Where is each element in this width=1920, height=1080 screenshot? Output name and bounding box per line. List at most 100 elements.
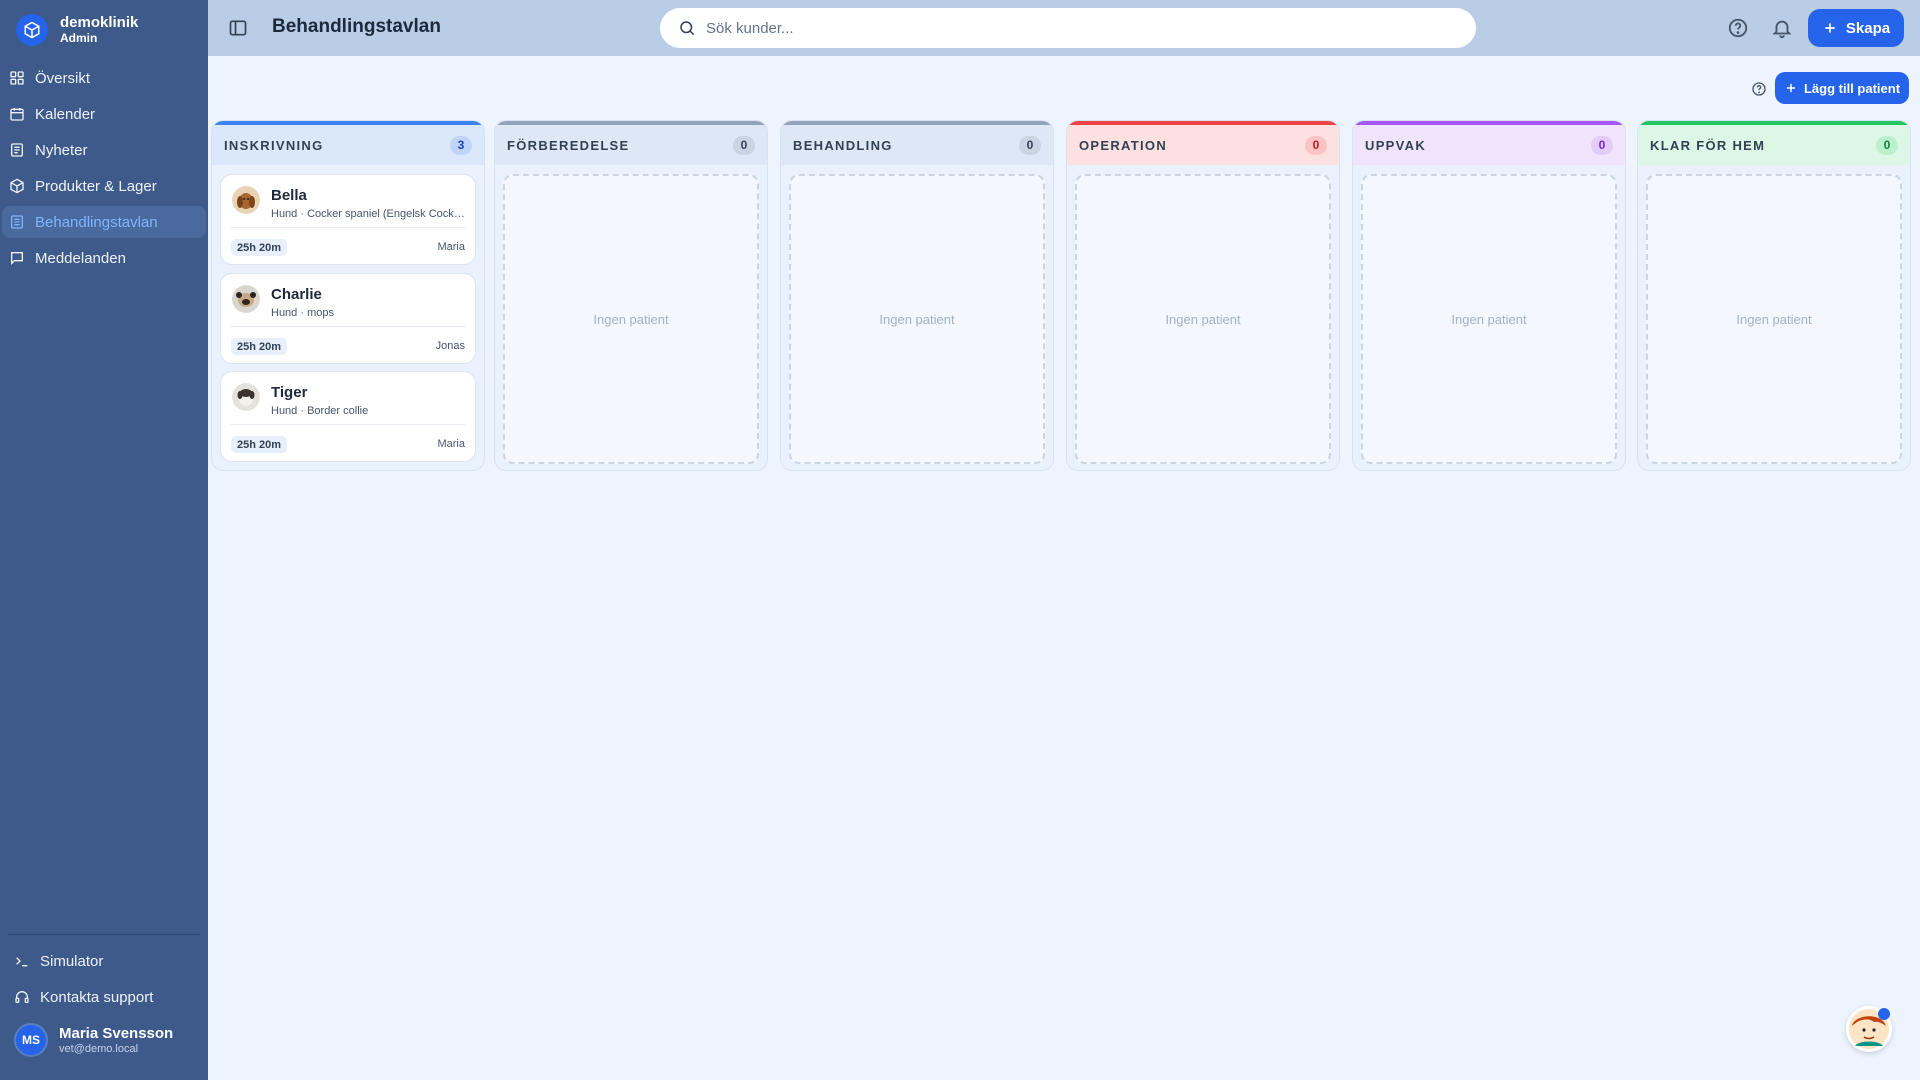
column-behandling: BEHANDLING 0 Ingen patient <box>780 120 1054 471</box>
empty-dropzone[interactable]: Ingen patient <box>1361 174 1617 464</box>
column-title: KLAR FÖR HEM <box>1650 137 1766 153</box>
sidebar-nav: Översikt Kalender Nyheter Produkter & La… <box>0 62 208 278</box>
time-badge: 25h 20m <box>231 338 288 355</box>
column-title: INSKRIVNING <box>224 137 324 153</box>
patient-details: Hund · mops <box>271 307 334 319</box>
sidebar-item-label: Nyheter <box>35 141 88 159</box>
column-count-badge: 0 <box>1305 135 1327 155</box>
grid-icon <box>10 71 24 85</box>
column-forberedelse: FÖRBEREDELSE 0 Ingen patient <box>494 120 768 471</box>
terminal-icon <box>16 957 28 967</box>
search-icon <box>680 21 695 36</box>
user-role: Admin <box>60 31 98 45</box>
time-badge: 25h 20m <box>231 436 288 453</box>
sidebar-item-meddelanden[interactable]: Meddelanden <box>2 242 206 274</box>
patient-avatar <box>232 285 260 313</box>
support-label: Kontakta support <box>40 988 154 1006</box>
create-button[interactable]: Skapa <box>1808 9 1904 47</box>
calendar-icon <box>10 108 24 121</box>
column-header: FÖRBEREDELSE 0 <box>495 125 767 165</box>
assistant-avatar-icon <box>1849 1008 1890 1049</box>
column-header: KLAR FÖR HEM 0 <box>1638 125 1910 165</box>
avatar: MS <box>14 1023 48 1057</box>
column-header: INSKRIVNING 3 <box>212 125 484 165</box>
bell-icon[interactable] <box>1771 17 1793 39</box>
simulator-label: Simulator <box>40 952 104 970</box>
box-icon <box>10 178 24 194</box>
card-divider <box>231 227 465 228</box>
patient-card[interactable]: Tiger Hund · Border collie 25h 20m Maria <box>220 371 476 462</box>
simulator-link[interactable]: Simulator <box>14 945 153 977</box>
sidebar-item-label: Meddelanden <box>35 249 126 267</box>
column-header: OPERATION 0 <box>1067 125 1339 165</box>
sidebar-item-label: Behandlingstavlan <box>35 213 158 231</box>
sidebar-item-nyheter[interactable]: Nyheter <box>2 134 206 166</box>
column-operation: OPERATION 0 Ingen patient <box>1066 120 1340 471</box>
column-count-badge: 3 <box>450 135 472 155</box>
search-input[interactable] <box>706 19 1406 37</box>
column-count-badge: 0 <box>1019 135 1041 155</box>
column-count-badge: 0 <box>733 135 755 155</box>
add-patient-label: Lägg till patient <box>1803 80 1901 96</box>
patient-avatar <box>232 186 260 214</box>
column-header: UPPVAK 0 <box>1353 125 1625 165</box>
sidebar-toggle-icon[interactable] <box>228 18 248 38</box>
user-email: vet@demo.local <box>59 1042 139 1055</box>
user-name: Maria Svensson <box>59 1024 174 1042</box>
user-profile[interactable]: MS Maria Svensson vet@demo.local <box>14 1023 173 1057</box>
column-klar-for-hem: KLAR FÖR HEM 0 Ingen patient <box>1637 120 1911 471</box>
empty-dropzone[interactable]: Ingen patient <box>789 174 1045 464</box>
card-divider <box>231 424 465 425</box>
column-title: OPERATION <box>1079 137 1168 153</box>
column-title: BEHANDLING <box>793 137 893 153</box>
page-title: Behandlingstavlan <box>272 16 441 37</box>
support-link[interactable]: Kontakta support <box>14 981 153 1013</box>
empty-dropzone[interactable]: Ingen patient <box>1075 174 1331 464</box>
search-bar[interactable] <box>660 8 1476 48</box>
news-icon <box>11 143 23 157</box>
patient-owner: Maria <box>437 438 465 450</box>
sidebar-item-label: Översikt <box>35 69 91 87</box>
patient-avatar <box>232 383 260 411</box>
board-icon <box>11 215 23 229</box>
column-title: UPPVAK <box>1365 137 1427 153</box>
card-divider <box>231 326 465 327</box>
brand[interactable]: demoklinik Admin <box>16 14 138 46</box>
headset-icon <box>15 991 29 1003</box>
top-bar: Behandlingstavlan Skapa <box>208 0 1920 56</box>
help-icon[interactable] <box>1727 17 1749 39</box>
column-header: BEHANDLING 0 <box>781 125 1053 165</box>
message-icon <box>11 252 23 265</box>
sidebar-item-label: Kalender <box>35 105 96 123</box>
assistant-launcher-button[interactable] <box>1846 1006 1892 1052</box>
patient-owner: Jonas <box>435 340 465 352</box>
create-label: Skapa <box>1845 19 1891 37</box>
patient-card[interactable]: Charlie Hund · mops 25h 20m Jonas <box>220 273 476 364</box>
patient-details: Hund · Border collie <box>271 405 369 417</box>
board-help-icon[interactable] <box>1751 81 1767 97</box>
column-count-badge: 0 <box>1591 135 1613 155</box>
empty-dropzone[interactable]: Ingen patient <box>1646 174 1902 464</box>
sidebar-footer-links: Simulator Kontakta support <box>14 945 153 1017</box>
sidebar-item-oversikt[interactable]: Översikt <box>2 62 206 94</box>
patient-card[interactable]: Bella Hund · Cocker spaniel (Engelsk Coc… <box>220 174 476 265</box>
column-uppvak: UPPVAK 0 Ingen patient <box>1352 120 1626 471</box>
plus-icon <box>1786 83 1796 93</box>
add-patient-button[interactable]: Lägg till patient <box>1775 72 1909 104</box>
empty-dropzone[interactable]: Ingen patient <box>503 174 759 464</box>
column-count-badge: 0 <box>1876 135 1898 155</box>
patient-name: Bella <box>271 187 307 204</box>
column-title: FÖRBEREDELSE <box>507 137 630 153</box>
patient-name: Charlie <box>271 286 322 303</box>
time-badge: 25h 20m <box>231 239 288 256</box>
column-inskrivning: INSKRIVNING 3 Bella Hund · Cocker spanie… <box>211 120 485 471</box>
sidebar: demoklinik Admin Översikt Kalender Nyhet… <box>0 0 208 1080</box>
plus-icon <box>1825 23 1835 33</box>
cube-logo-icon <box>16 14 48 46</box>
sidebar-item-kalender[interactable]: Kalender <box>2 98 206 130</box>
patient-owner: Maria <box>437 241 465 253</box>
clinic-name: demoklinik <box>60 14 139 31</box>
sidebar-item-produkter[interactable]: Produkter & Lager <box>2 170 206 202</box>
sidebar-divider <box>8 934 200 935</box>
sidebar-item-behandlingstavlan[interactable]: Behandlingstavlan <box>2 206 206 238</box>
